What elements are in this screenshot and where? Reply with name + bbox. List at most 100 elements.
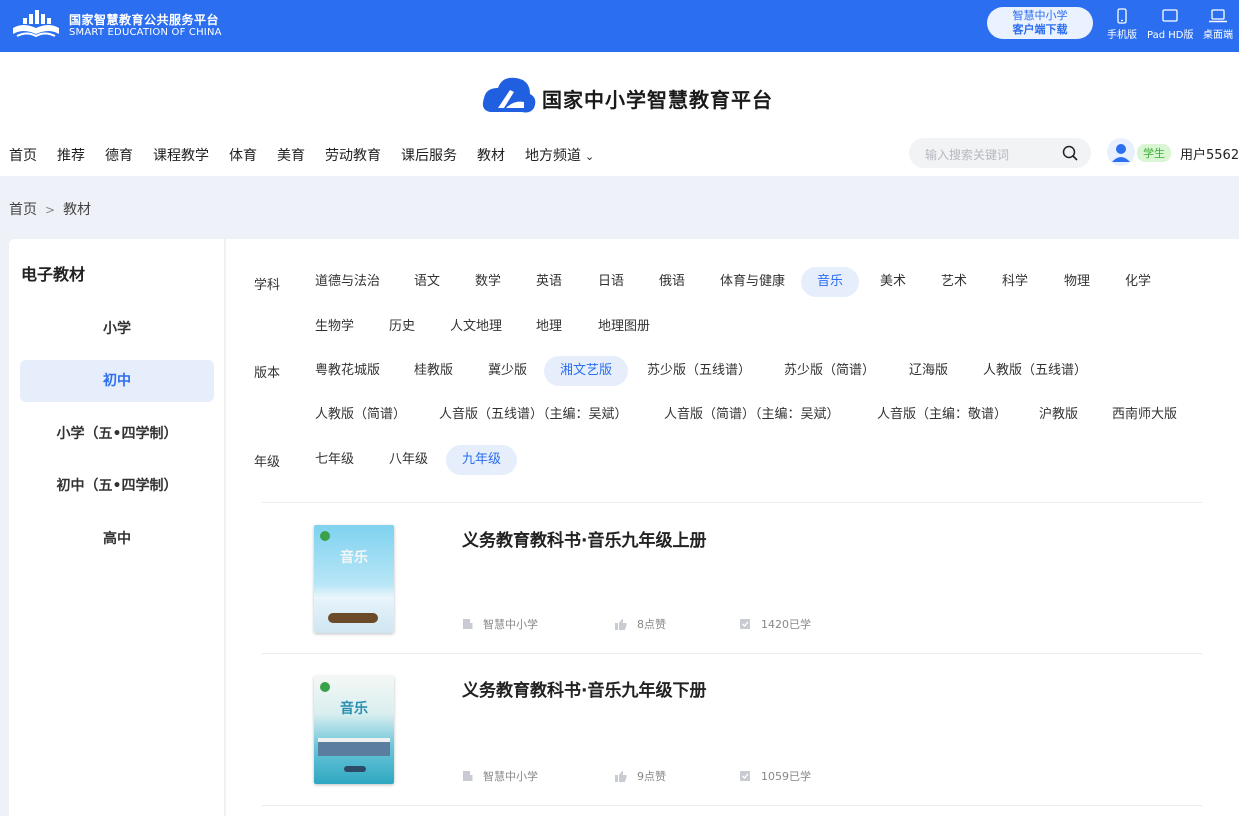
nav-item-local-label: 地方频道 bbox=[525, 148, 581, 164]
sidebar-item-junior[interactable]: 初中 bbox=[20, 360, 214, 402]
grade-option[interactable]: 八年级 bbox=[373, 445, 444, 475]
list-item[interactable]: 音乐 义务教育教科书·音乐九年级下册 智慧中小学 9点赞 1059已学 bbox=[262, 654, 1202, 804]
nav-item-arts[interactable]: 美育 bbox=[277, 145, 305, 165]
subject-option[interactable]: 科学 bbox=[986, 267, 1044, 297]
sidebar: 电子教材 小学 初中 小学（五•四学制） 初中（五•四学制） 高中 bbox=[9, 239, 225, 816]
brand-title: 国家中小学智慧教育平台 bbox=[542, 88, 773, 112]
sidebar-item-junior-54[interactable]: 初中（五•四学制） bbox=[20, 465, 214, 507]
sidebar-item-primary-54[interactable]: 小学（五•四学制） bbox=[20, 413, 214, 455]
subject-option[interactable]: 化学 bbox=[1109, 267, 1167, 297]
phone-icon bbox=[1117, 8, 1127, 24]
user-icon bbox=[1112, 144, 1130, 162]
nav-item-labor[interactable]: 劳动教育 bbox=[325, 145, 381, 165]
study-icon bbox=[740, 619, 750, 629]
book-title[interactable]: 义务教育教科书·音乐九年级上册 bbox=[462, 526, 706, 551]
subject-option[interactable]: 地理 bbox=[520, 312, 578, 342]
book-title[interactable]: 义务教育教科书·音乐九年级下册 bbox=[462, 676, 706, 701]
breadcrumb-home[interactable]: 首页 bbox=[9, 202, 37, 218]
nav-item-sports[interactable]: 体育 bbox=[229, 145, 257, 165]
book-cover-title: 音乐 bbox=[340, 550, 368, 566]
breadcrumb: 首页 > 教材 bbox=[9, 199, 91, 219]
book-cover-image[interactable]: 音乐 bbox=[314, 676, 394, 784]
subject-option[interactable]: 语文 bbox=[398, 267, 456, 297]
device-pad-link[interactable]: Pad HD版 bbox=[1147, 8, 1193, 41]
subject-option[interactable]: 历史 bbox=[373, 312, 431, 342]
nav-item-textbook[interactable]: 教材 bbox=[477, 145, 505, 165]
search-icon[interactable] bbox=[1061, 144, 1079, 162]
nav-item-moral[interactable]: 德育 bbox=[105, 145, 133, 165]
download-line2: 客户端下载 bbox=[1012, 23, 1068, 36]
subject-option[interactable]: 俄语 bbox=[643, 267, 701, 297]
tablet-icon bbox=[1162, 9, 1178, 22]
edition-option[interactable]: 粤教花城版 bbox=[299, 356, 396, 386]
subject-option[interactable]: 道德与法治 bbox=[299, 267, 396, 297]
edition-option[interactable]: 人教版（五线谱） bbox=[967, 356, 1103, 386]
device-desktop-link[interactable]: 桌面端 bbox=[1203, 8, 1233, 41]
thumbs-up-icon bbox=[615, 770, 627, 782]
edition-option[interactable]: 人音版（主编：敬谱） bbox=[861, 400, 1023, 430]
subject-option[interactable]: 生物学 bbox=[299, 312, 370, 342]
subject-option[interactable]: 数学 bbox=[459, 267, 517, 297]
nav-item-recommend[interactable]: 推荐 bbox=[57, 145, 85, 165]
search-box[interactable]: 输入搜索关键词 bbox=[909, 138, 1091, 168]
book-learned: 1059已学 bbox=[739, 768, 811, 784]
laptop-icon bbox=[1209, 9, 1227, 23]
subject-option-active[interactable]: 音乐 bbox=[801, 267, 860, 297]
book-likes: 8点赞 bbox=[615, 616, 666, 632]
client-download-button[interactable]: 智慧中小学 客户端下载 bbox=[987, 7, 1093, 39]
book-learned: 1420已学 bbox=[739, 616, 811, 632]
edition-option[interactable]: 苏少版（简谱） bbox=[768, 356, 891, 386]
subject-option[interactable]: 艺术 bbox=[925, 267, 983, 297]
edition-option[interactable]: 桂教版 bbox=[398, 356, 469, 386]
username[interactable]: 用户5562 bbox=[1180, 144, 1239, 163]
sidebar-item-senior[interactable]: 高中 bbox=[20, 518, 214, 560]
list-item[interactable]: 音乐 义务教育教科书·音乐九年级上册 智慧中小学 8点赞 1420已学 bbox=[262, 503, 1202, 653]
grade-option[interactable]: 七年级 bbox=[299, 445, 370, 475]
search-input[interactable]: 输入搜索关键词 bbox=[925, 146, 1009, 163]
main-nav: 首页 推荐 德育 课程教学 体育 美育 劳动教育 课后服务 教材 地方频道 ⌄ bbox=[9, 145, 614, 165]
thumbs-up-icon bbox=[615, 618, 627, 630]
edition-option-active[interactable]: 湘文艺版 bbox=[544, 356, 629, 386]
subject-option[interactable]: 地理图册 bbox=[582, 312, 666, 342]
book-learned-text: 1420已学 bbox=[761, 618, 811, 631]
edition-option[interactable]: 人音版（简谱）（主编：吴斌） bbox=[648, 400, 856, 430]
subject-option[interactable]: 英语 bbox=[520, 267, 578, 297]
chevron-down-icon: ⌄ bbox=[585, 150, 595, 163]
book-cover-image[interactable]: 音乐 bbox=[314, 525, 394, 633]
subject-option[interactable]: 日语 bbox=[582, 267, 640, 297]
divider bbox=[262, 805, 1202, 806]
edition-option[interactable]: 苏少版（五线谱） bbox=[631, 356, 767, 386]
subject-option[interactable]: 人文地理 bbox=[434, 312, 518, 342]
logo-title-en: SMART EDUCATION OF CHINA bbox=[69, 27, 222, 38]
edition-option[interactable]: 冀少版 bbox=[472, 356, 543, 386]
logo-title-cn: 国家智慧教育公共服务平台 bbox=[69, 13, 220, 27]
subject-option[interactable]: 物理 bbox=[1048, 267, 1106, 297]
main-content: 学科 道德与法治 语文 数学 英语 日语 俄语 体育与健康 音乐 美术 艺术 科… bbox=[226, 239, 1239, 816]
book-cover-title: 音乐 bbox=[340, 701, 368, 717]
nav-item-home[interactable]: 首页 bbox=[9, 145, 37, 165]
nav-item-afterschool[interactable]: 课后服务 bbox=[401, 145, 457, 165]
filter-label-grade: 年级 bbox=[254, 455, 281, 470]
brand-logo-icon bbox=[482, 77, 536, 113]
device-phone-label: 手机版 bbox=[1107, 30, 1137, 41]
edition-option[interactable]: 西南师大版 bbox=[1096, 400, 1193, 430]
edition-option[interactable]: 人教版（简谱） bbox=[299, 400, 422, 430]
nav-item-local[interactable]: 地方频道 ⌄ bbox=[525, 145, 594, 165]
building-icon bbox=[463, 619, 473, 629]
book-likes: 9点赞 bbox=[615, 768, 666, 784]
top-bar: 国家智慧教育公共服务平台 SMART EDUCATION OF CHINA 智慧… bbox=[0, 0, 1239, 52]
platform-logo-icon[interactable] bbox=[9, 6, 63, 42]
subject-option[interactable]: 体育与健康 bbox=[704, 267, 801, 297]
nav-item-course[interactable]: 课程教学 bbox=[153, 145, 209, 165]
device-phone-link[interactable]: 手机版 bbox=[1107, 8, 1137, 41]
building-icon bbox=[463, 771, 473, 781]
avatar[interactable] bbox=[1107, 138, 1135, 166]
subject-option[interactable]: 美术 bbox=[864, 267, 922, 297]
edition-option[interactable]: 人音版（五线谱）（主编：吴斌） bbox=[423, 400, 644, 430]
sidebar-item-primary[interactable]: 小学 bbox=[20, 308, 214, 350]
breadcrumb-current: 教材 bbox=[63, 202, 92, 218]
edition-option[interactable]: 辽海版 bbox=[893, 356, 964, 386]
book-likes-text: 9点赞 bbox=[637, 770, 666, 783]
grade-option-active[interactable]: 九年级 bbox=[446, 445, 518, 475]
edition-option[interactable]: 沪教版 bbox=[1023, 400, 1094, 430]
